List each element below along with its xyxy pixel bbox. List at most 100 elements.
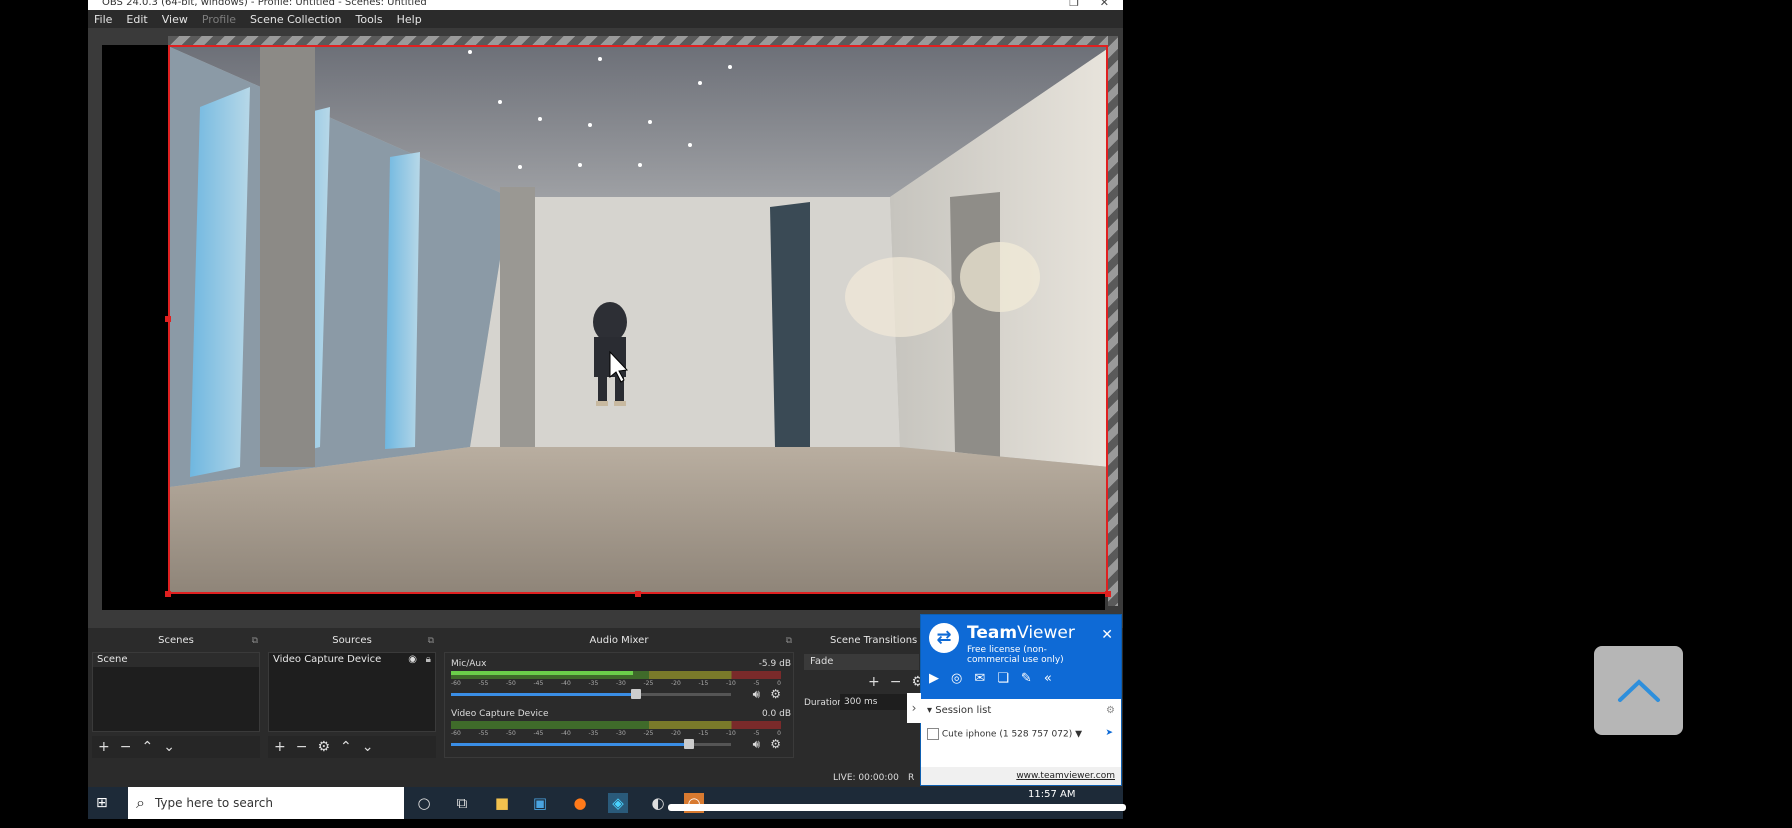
room-scene-image bbox=[170, 47, 1106, 592]
move-up-icon[interactable]: ⌃ bbox=[340, 739, 352, 755]
taskbar-search[interactable]: ⌕ Type here to search bbox=[128, 787, 404, 819]
video-capture-preview[interactable] bbox=[168, 45, 1108, 594]
video-camera-icon[interactable]: ▶ bbox=[929, 671, 939, 686]
move-down-icon[interactable]: ⌄ bbox=[362, 739, 374, 755]
window-title: OBS 24.0.3 (64-bit, windows) - Profile: … bbox=[102, 0, 427, 8]
session-item[interactable]: Cute iphone (1 528 757 072) ▼ ➤ bbox=[921, 720, 1121, 748]
close-icon[interactable]: ✕ bbox=[1100, 0, 1109, 10]
volume-slider[interactable] bbox=[451, 689, 731, 699]
windows-start-icon[interactable]: ⊞ bbox=[96, 795, 108, 811]
resize-handle-left[interactable] bbox=[165, 316, 171, 322]
obs-taskbar-icon[interactable]: ◐ bbox=[648, 793, 668, 813]
horizontal-scrollbar[interactable] bbox=[668, 804, 1126, 811]
sources-dock: Sources ⧉ Video Capture Device ◉ 🔒︎ + − … bbox=[266, 632, 438, 762]
move-up-icon[interactable]: ⌃ bbox=[141, 739, 153, 755]
session-list-header[interactable]: ▾ Session list ⚙ bbox=[921, 701, 1121, 720]
tick-label: -45 bbox=[533, 680, 544, 687]
scenes-list[interactable]: Scene bbox=[92, 652, 260, 732]
tools-icon[interactable]: ✎ bbox=[1021, 671, 1032, 686]
add-scene-icon[interactable]: + bbox=[98, 739, 110, 755]
add-source-icon[interactable]: + bbox=[274, 739, 286, 755]
duration-label: Duration bbox=[804, 698, 844, 708]
tick-label: -40 bbox=[561, 730, 571, 737]
collapse-icon[interactable]: « bbox=[1044, 671, 1052, 686]
dropdown-icon[interactable]: ▼ bbox=[1075, 730, 1082, 740]
chevron-up-icon bbox=[1618, 679, 1660, 702]
file-transfer-icon[interactable]: ❏ bbox=[997, 671, 1009, 686]
remove-source-icon[interactable]: − bbox=[296, 739, 308, 755]
undock-icon[interactable]: ⧉ bbox=[786, 632, 792, 650]
volume-meter bbox=[451, 671, 781, 679]
tick-label: -40 bbox=[561, 680, 571, 687]
slider-knob bbox=[684, 739, 694, 749]
teamviewer-logo-icon: ⇄ bbox=[929, 623, 959, 653]
task-view-icon[interactable]: ⧉ bbox=[452, 793, 472, 813]
license-text: Free license (non-commercial use only) bbox=[967, 645, 1064, 665]
menu-view[interactable]: View bbox=[162, 13, 188, 26]
teamviewer-link[interactable]: www.teamviewer.com bbox=[921, 767, 1121, 785]
headset-icon[interactable]: ◎ bbox=[951, 671, 962, 686]
lock-icon[interactable]: 🔒︎ bbox=[426, 653, 431, 667]
sources-dock-title: Sources ⧉ bbox=[266, 632, 438, 650]
title-bar: OBS 24.0.3 (64-bit, windows) - Profile: … bbox=[88, 0, 1123, 10]
move-down-icon[interactable]: ⌄ bbox=[163, 739, 175, 755]
scene-item[interactable]: Scene bbox=[93, 653, 259, 667]
slider-knob bbox=[630, 689, 641, 699]
tick-label: -25 bbox=[643, 680, 654, 687]
meter-level bbox=[451, 671, 633, 675]
remove-transition-icon[interactable]: − bbox=[890, 674, 902, 690]
gear-icon[interactable]: ⚙ bbox=[770, 687, 781, 702]
teamviewer-brand: TeamViewer bbox=[967, 623, 1075, 643]
tick-label: -15 bbox=[698, 680, 709, 687]
chat-icon[interactable]: ✉ bbox=[974, 671, 985, 686]
restore-icon[interactable]: ❐ bbox=[1069, 0, 1079, 10]
tick-label: -30 bbox=[616, 680, 626, 687]
sources-list[interactable]: Video Capture Device ◉ 🔒︎ bbox=[268, 652, 436, 732]
tick-label: -50 bbox=[506, 730, 516, 737]
scroll-to-top-button[interactable] bbox=[1594, 646, 1683, 735]
menu-scene-collection[interactable]: Scene Collection bbox=[250, 13, 341, 26]
undock-icon[interactable]: ⧉ bbox=[428, 632, 434, 650]
menu-file[interactable]: File bbox=[94, 13, 112, 26]
menu-edit[interactable]: Edit bbox=[126, 13, 147, 26]
close-icon[interactable]: ✕ bbox=[1101, 627, 1113, 643]
teamviewer-header: ⇄ TeamViewer Free license (non-commercia… bbox=[921, 615, 1121, 699]
add-transition-icon[interactable]: + bbox=[868, 674, 880, 690]
clock: 11:57 AM bbox=[1028, 789, 1076, 800]
scenes-toolbar: + − ⌃ ⌄ bbox=[92, 736, 260, 758]
undock-icon[interactable]: ⧉ bbox=[252, 632, 258, 650]
resize-handle-bottom-left[interactable] bbox=[165, 591, 171, 597]
volume-meter bbox=[451, 721, 781, 729]
teamviewer-taskbar-icon[interactable]: ◈ bbox=[608, 793, 628, 813]
expand-arrow-icon[interactable]: › bbox=[907, 693, 921, 723]
tick-label: -60 bbox=[451, 730, 461, 737]
preview-area[interactable] bbox=[88, 28, 1123, 628]
volume-slider[interactable] bbox=[451, 739, 731, 749]
connect-cursor-icon[interactable]: ➤ bbox=[1105, 728, 1113, 738]
menu-tools[interactable]: Tools bbox=[356, 13, 383, 26]
source-item[interactable]: Video Capture Device ◉ 🔒︎ bbox=[269, 653, 435, 667]
resize-handle-bottom[interactable] bbox=[635, 591, 641, 597]
resize-handle-bottom-right[interactable] bbox=[1105, 591, 1111, 597]
teamviewer-toolbar: ▶ ◎ ✉ ❏ ✎ « bbox=[929, 671, 1052, 686]
transition-select[interactable]: Fade bbox=[804, 654, 919, 670]
file-explorer-icon[interactable]: ■ bbox=[492, 793, 512, 813]
sources-toolbar: + − ⚙ ⌃ ⌄ bbox=[268, 736, 436, 758]
scenes-dock: Scenes ⧉ Scene + − ⌃ ⌄ bbox=[90, 632, 262, 762]
speaker-icon[interactable]: 🔊︎ bbox=[753, 687, 761, 702]
gear-icon[interactable]: ⚙ bbox=[770, 737, 781, 752]
remove-scene-icon[interactable]: − bbox=[120, 739, 132, 755]
menu-help[interactable]: Help bbox=[397, 13, 422, 26]
speaker-icon[interactable]: 🔊︎ bbox=[753, 737, 761, 752]
menu-bar: File Edit View Profile Scene Collection … bbox=[88, 10, 1123, 28]
search-icon: ⌕ bbox=[136, 793, 145, 812]
visibility-eye-icon[interactable]: ◉ bbox=[408, 653, 417, 667]
gear-icon[interactable]: ⚙ bbox=[1106, 705, 1115, 716]
duration-input[interactable]: 300 ms bbox=[840, 694, 910, 710]
store-icon[interactable]: ▣ bbox=[530, 793, 550, 813]
firefox-icon[interactable]: ● bbox=[570, 793, 590, 813]
source-properties-gear-icon[interactable]: ⚙ bbox=[317, 739, 330, 755]
cortana-icon[interactable]: ○ bbox=[414, 793, 434, 813]
menu-profile[interactable]: Profile bbox=[202, 13, 236, 26]
mixer-channel-video-capture: Video Capture Device 0.0 dB -60 -55 -50 -45… bbox=[451, 709, 791, 752]
